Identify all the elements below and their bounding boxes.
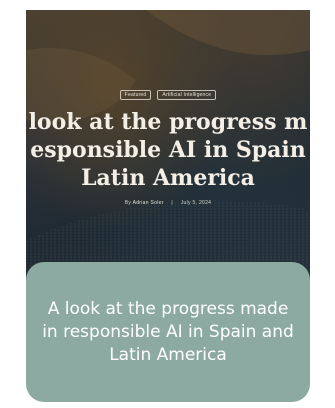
- byline-separator: |: [171, 200, 173, 206]
- byline-prefix: By: [124, 200, 132, 206]
- byline: By Adrian Soler | July 5, 2024: [26, 200, 310, 206]
- hero-title-line-1: look at the progress m: [28, 109, 308, 135]
- caption-title[interactable]: A look at the progress made in responsib…: [40, 298, 296, 367]
- byline-author[interactable]: Adrian Soler: [133, 200, 164, 206]
- hero-title: look at the progress m esponsible AI in …: [26, 108, 310, 192]
- caption-panel[interactable]: A look at the progress made in responsib…: [26, 262, 310, 402]
- article-card[interactable]: Featured Artificial Intelligence look at…: [26, 10, 310, 402]
- tag-artificial-intelligence[interactable]: Artificial Intelligence: [157, 90, 217, 100]
- hero-title-line-3: Latin America: [81, 165, 255, 191]
- byline-date: July 5, 2024: [180, 200, 212, 206]
- hero-title-line-2: esponsible AI in Spain: [30, 137, 306, 163]
- tag-list: Featured Artificial Intelligence: [26, 90, 310, 100]
- tag-featured[interactable]: Featured: [119, 90, 152, 100]
